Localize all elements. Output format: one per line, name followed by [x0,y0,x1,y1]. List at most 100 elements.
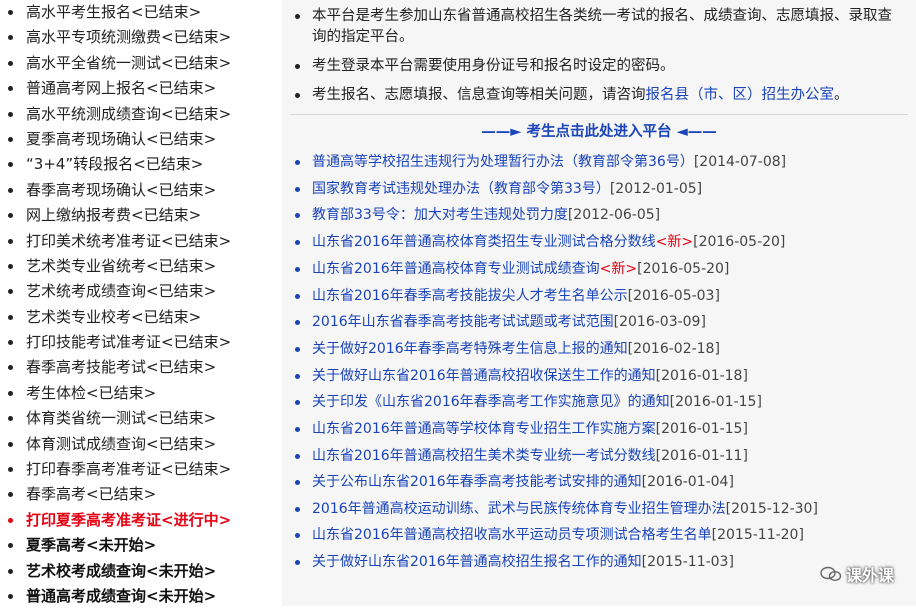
menu-item[interactable]: 网上缴纳报考费<已结束> [0,203,282,228]
menu-item[interactable]: 夏季高考<未开始> [0,533,282,558]
news-link[interactable]: 2016年普通高校运动训练、武术与民族传统体育专业招生管理办法 [312,501,726,517]
enter-platform-link[interactable]: ——► 考生点击此处进入平台 ◄—— [290,114,908,149]
menu-item-label: 体育测试成绩查询<已结束> [26,434,217,453]
bullet-icon [295,93,300,98]
notice-text: 本平台是考生参加山东省普通高校招生各类统一考试的报名、成绩查询、志愿填报、录取查… [312,8,892,45]
bullet-icon [8,467,13,473]
menu-item[interactable]: 普通高考网上报名<已结束> [0,76,282,101]
news-link[interactable]: 山东省2016年春季高考技能拔尖人才考生名单公示 [312,288,628,304]
left-menu-list: 高水平考生报名<已结束> 高水平专项统测缴费<已结束> 高水平全省统一测试<已结束>… [0,0,282,609]
news-link[interactable]: 关于做好山东省2016年普通高校招收保送生工作的通知 [312,368,656,384]
bullet-icon [8,314,13,320]
bullet-icon [8,289,13,295]
menu-item-label: 打印美术统考准考证<已结束> [26,231,232,250]
menu-item[interactable]: 高水平统测成绩查询<已结束> [0,102,282,127]
menu-item[interactable]: 打印美术统考准考证<已结束> [0,229,282,254]
notice-text: 考生登录本平台需要使用身份证号和报名时设定的密码。 [312,58,675,74]
bullet-icon [295,507,300,513]
news-date: [2015-11-03] [641,553,734,570]
news-link[interactable]: 山东省2016年普通高校体育专业测试成绩查询 [312,261,600,277]
watermark-text: 课外课 [845,566,894,585]
menu-item-label: 网上缴纳报考费<已结束> [26,206,202,225]
bullet-icon [295,160,300,165]
menu-item-label: 普通高考网上报名<已结束> [26,79,217,98]
notice-item: 本平台是考生参加山东省普通高校招生各类统一考试的报名、成绩查询、志愿填报、录取查… [290,6,906,48]
news-date: [2016-01-18] [655,367,748,384]
menu-item[interactable]: “3+4”转段报名<已结束> [0,152,282,177]
menu-item-label: 艺术校考成绩查询<未开始> [26,561,217,580]
menu-item-label: 春季高考现场确认<已结束> [26,180,217,199]
news-date: [2016-05-03] [627,287,720,304]
bullet-icon [8,136,13,142]
menu-item[interactable]: 春季高考<已结束> [0,482,282,507]
menu-item[interactable]: 艺术类专业省统考<已结束> [0,254,282,279]
notice-list: 本平台是考生参加山东省普通高校招生各类统一考试的报名、成绩查询、志愿填报、录取查… [282,0,916,106]
news-link[interactable]: 山东省2016年普通高校招收高水平运动员专项测试合格考生名单 [312,527,712,543]
menu-item[interactable]: 夏季高考现场确认<已结束> [0,127,282,152]
news-date: [2015-11-20] [711,527,804,544]
new-badge: <新> [599,260,638,277]
news-item: 2016年山东省春季高考技能考试试题或考试范围[2016-03-09] [290,309,908,336]
menu-item-label: 高水平全省统一测试<已结束> [26,53,232,72]
notice-item: 考生报名、志愿填报、信息查询等相关问题，请咨询报名县（市、区）招生办公室。 [290,85,906,106]
bullet-icon [295,213,300,219]
news-link[interactable]: 普通高等学校招生违规行为处理暂行办法（教育部令第36号） [312,154,694,170]
menu-item[interactable]: 春季高考技能考试<已结束> [0,355,282,380]
menu-item-label: 艺术统考成绩查询<已结束> [26,282,217,301]
news-date: [2012-01-05] [609,180,703,197]
news-link[interactable]: 山东省2016年普通高等学校体育专业招生工作实施方案 [312,421,656,437]
bullet-icon [8,60,13,66]
menu-item[interactable]: 艺术统考成绩查询<已结束> [0,279,282,304]
bullet-icon [8,365,13,371]
news-link[interactable]: 山东省2016年普通高校体育类招生专业测试合格分数线 [312,234,656,250]
menu-item[interactable]: 打印技能考试准考证<已结束> [0,330,282,355]
bullet-icon [8,441,13,447]
menu-item[interactable]: 体育类省统一测试<已结束> [0,406,282,431]
menu-item[interactable]: 高水平专项统测缴费<已结束> [0,25,282,50]
menu-item-label: 打印夏季高考准考证<进行中> [26,510,232,529]
bullet-icon [8,340,13,346]
enrollment-office-link[interactable]: 报名县（市、区）招生办公室 [646,87,835,103]
news-date: [2016-01-15] [655,421,748,438]
menu-item[interactable]: 考生体检<已结束> [0,381,282,406]
menu-item-label: 艺术类专业省统考<已结束> [26,256,217,275]
notice-item: 考生登录本平台需要使用身份证号和报名时设定的密码。 [290,56,906,77]
menu-item[interactable]: 艺术校考成绩查询<未开始> [0,559,282,584]
news-link[interactable]: 教育部33号令：加大对考生违规处罚力度 [312,207,568,223]
news-item: 山东省2016年春季高考技能拔尖人才考生名单公示[2016-05-03] [290,283,908,310]
news-item: 山东省2016年普通高校招生美术类专业统一考试分数线[2016-01-11] [290,443,908,470]
news-link[interactable]: 山东省2016年普通高校招生美术类专业统一考试分数线 [312,448,656,464]
menu-item[interactable]: 打印夏季高考准考证<进行中> [0,508,282,533]
menu-item[interactable]: 春季高考现场确认<已结束> [0,178,282,203]
menu-item-label: 夏季高考<未开始> [26,536,157,555]
bullet-icon [295,320,300,326]
bullet-icon [8,517,13,523]
news-item: 2016年普通高校运动训练、武术与民族传统体育专业招生管理办法[2015-12-… [290,496,908,522]
news-date: [2016-01-11] [655,447,748,464]
menu-item[interactable]: 打印春季高考准考证<已结束> [0,457,282,482]
news-link[interactable]: 关于印发《山东省2016年春季高考工作实施意见》的通知 [312,394,670,410]
news-link[interactable]: 关于公布山东省2016年春季高考技能考试安排的通知 [312,474,642,490]
menu-item-label: 高水平专项统测缴费<已结束> [26,28,232,47]
bullet-icon [8,492,13,498]
menu-item-label: 高水平统测成绩查询<已结束> [26,104,232,123]
arrow-right-icon: ——► [481,124,522,140]
news-item: 普通高等学校招生违规行为处理暂行办法（教育部令第36号）[2014-07-08] [290,149,908,176]
bullet-icon [8,162,13,168]
bullet-icon [295,266,300,272]
bullet-icon [295,427,300,433]
menu-item[interactable]: 高水平全省统一测试<已结束> [0,51,282,76]
news-link[interactable]: 关于做好山东省2016年普通高校招生报名工作的通知 [312,554,642,570]
news-link[interactable]: 国家教育考试违规处理办法（教育部令第33号） [312,181,610,197]
bullet-icon [8,187,13,193]
news-link[interactable]: 关于做好2016年春季高考特殊考生信息上报的通知 [312,341,628,357]
news-item: 山东省2016年普通高等学校体育专业招生工作实施方案[2016-01-15] [290,416,908,443]
menu-item[interactable]: 高水平考生报名<已结束> [0,0,282,25]
menu-item[interactable]: 艺术类专业校考<已结束> [0,305,282,330]
bullet-icon [295,14,300,19]
news-item: 山东省2016年普通高校体育专业测试成绩查询<新>[2016-05-20] [290,256,908,283]
news-link[interactable]: 2016年山东省春季高考技能考试试题或考试范围 [312,314,614,330]
menu-item[interactable]: 普通高考成绩查询<未开始> [0,584,282,609]
menu-item[interactable]: 体育测试成绩查询<已结束> [0,432,282,457]
menu-item-label: 打印技能考试准考证<已结束> [26,333,232,352]
